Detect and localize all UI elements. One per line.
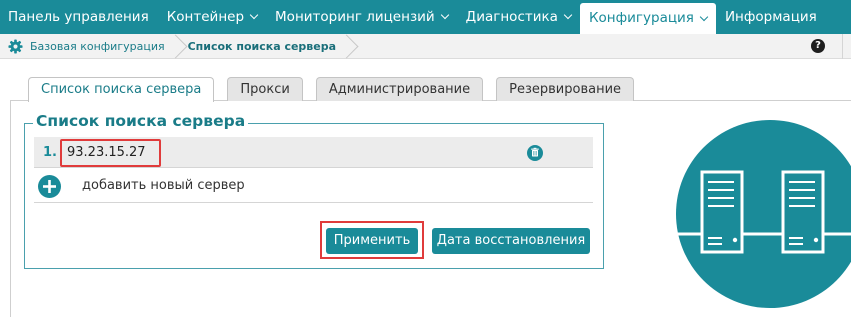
nav-item-information[interactable]: Информация — [716, 0, 826, 34]
nav-item-label: Контейнер — [166, 9, 245, 25]
nav-item-label: Информация — [724, 9, 817, 25]
servers-icon — [672, 110, 851, 317]
top-nav: Панель управления Контейнер Мониторинг л… — [0, 0, 851, 34]
breadcrumb-divider — [842, 34, 843, 59]
breadcrumb-item-current: Список поиска сервера — [187, 39, 337, 53]
nav-item-configuration[interactable]: Конфигурация — [579, 3, 716, 34]
fieldset-legend: Список поиска сервера — [33, 112, 249, 130]
chevron-down-icon — [440, 10, 449, 20]
apply-button[interactable]: Применить — [326, 228, 418, 254]
breadcrumb: Базовая конфигурация Список поиска серве… — [0, 34, 851, 59]
nav-item-label: Диагностика — [465, 9, 558, 25]
nav-item-license-monitoring[interactable]: Мониторинг лицензий — [266, 0, 457, 34]
tab-bar: Список поиска сервера Прокси Администрир… — [28, 77, 647, 102]
chevron-down-icon — [699, 12, 709, 21]
tab-server-search-list[interactable]: Список поиска сервера — [28, 77, 215, 102]
chevron-down-icon — [563, 10, 573, 20]
tab-proxy[interactable]: Прокси — [227, 77, 303, 101]
server-row: 1. 93.23.15.27 — [34, 137, 593, 168]
tab-administration[interactable]: Администрирование — [315, 77, 484, 101]
server-address-field[interactable]: 93.23.15.27 — [60, 139, 161, 167]
nav-item-label: Конфигурация — [588, 10, 694, 26]
server-index: 1. — [43, 145, 57, 160]
help-icon[interactable]: ? — [811, 39, 825, 53]
nav-item-diagnostics[interactable]: Диагностика — [457, 0, 580, 34]
nav-item-label: Панель управления — [8, 9, 149, 25]
trash-icon[interactable] — [527, 145, 543, 161]
breadcrumb-separator — [342, 34, 353, 59]
breadcrumb-item-basic-config[interactable]: Базовая конфигурация — [30, 40, 165, 53]
gear-icon — [8, 38, 23, 54]
nav-item-container[interactable]: Контейнер — [158, 0, 266, 34]
tab-backup[interactable]: Резервирование — [496, 77, 635, 101]
nav-item-dashboard[interactable]: Панель управления — [0, 0, 158, 34]
plus-circle-icon[interactable] — [38, 175, 61, 198]
add-server-label[interactable]: добавить новый сервер — [82, 178, 245, 193]
nav-item-label: Мониторинг лицензий — [275, 9, 435, 25]
chevron-down-icon — [249, 10, 259, 20]
breadcrumb-separator — [171, 34, 182, 59]
add-server-row[interactable]: добавить новый сервер — [34, 169, 593, 203]
restore-date-button[interactable]: Дата восстановления — [432, 228, 590, 254]
